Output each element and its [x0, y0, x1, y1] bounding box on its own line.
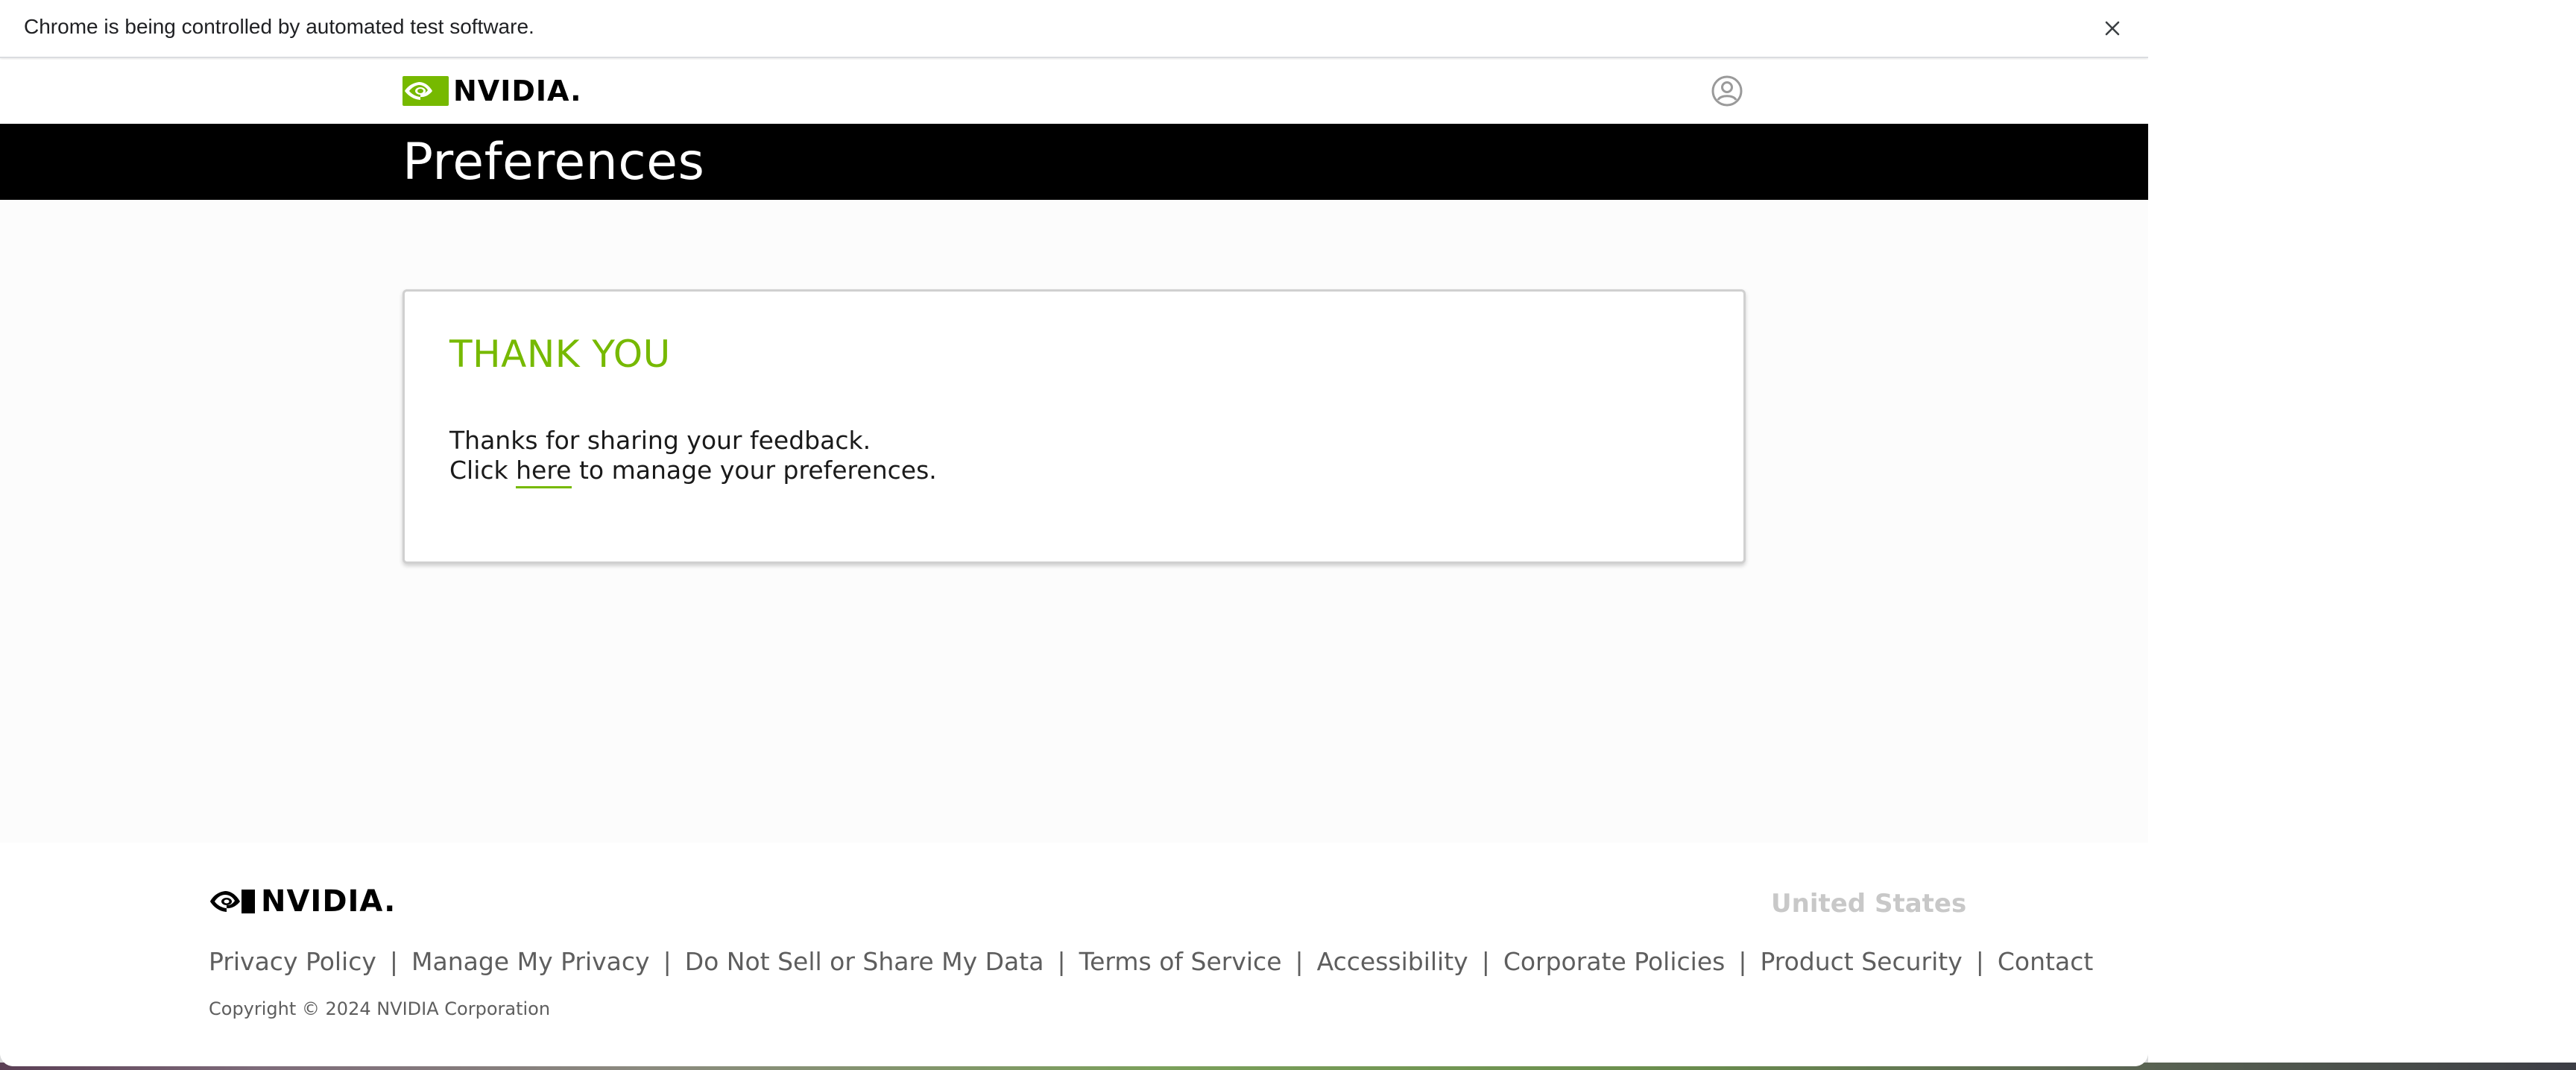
- account-circle-icon[interactable]: [1710, 74, 1744, 108]
- manage-preferences-link[interactable]: here: [516, 456, 572, 488]
- click-text: Click: [449, 456, 517, 485]
- footer-separator: |: [1975, 947, 1984, 976]
- feedback-message: Thanks for sharing your feedback.: [449, 426, 871, 455]
- automation-infobar: Chrome is being controlled by automated …: [0, 0, 2148, 58]
- page-title: Preferences: [402, 133, 705, 192]
- browser-window: Chrome is being controlled by automated …: [0, 0, 2148, 1066]
- site-footer: NVIDIA. United States Privacy Policy | M…: [0, 843, 2148, 1066]
- infobar-message: Chrome is being controlled by automated …: [24, 15, 534, 38]
- close-icon[interactable]: [2096, 12, 2129, 45]
- copyright-text: Copyright © 2024 NVIDIA Corporation: [209, 998, 551, 1019]
- nvidia-eye-icon: [210, 890, 255, 913]
- card-heading: THANK YOU: [449, 333, 671, 376]
- footer-nvidia-logo[interactable]: NVIDIA.: [209, 884, 396, 919]
- main-content: THANK YOU Thanks for sharing your feedba…: [0, 200, 2148, 843]
- footer-separator: |: [1481, 947, 1490, 976]
- footer-link-product-security[interactable]: Product Security: [1760, 945, 1962, 978]
- thank-you-card: THANK YOU Thanks for sharing your feedba…: [402, 289, 1746, 564]
- footer-separator: |: [663, 947, 672, 976]
- footer-link-contact[interactable]: Contact: [1998, 945, 2093, 978]
- footer-separator: |: [1057, 947, 1066, 976]
- region-selector[interactable]: United States: [1771, 889, 1966, 919]
- manage-text: to manage your preferences.: [571, 456, 937, 485]
- footer-link-do-not-sell[interactable]: Do Not Sell or Share My Data: [685, 945, 1044, 978]
- nvidia-eye-icon: [402, 76, 449, 106]
- site-header: NVIDIA.: [0, 60, 2148, 124]
- footer-link-privacy-policy[interactable]: Privacy Policy: [209, 945, 376, 978]
- footer-nvidia-wordmark: NVIDIA.: [261, 884, 397, 919]
- title-band: Preferences: [0, 124, 2148, 200]
- footer-link-manage-my-privacy[interactable]: Manage My Privacy: [411, 945, 650, 978]
- footer-separator: |: [389, 947, 399, 976]
- footer-separator: |: [1295, 947, 1304, 976]
- footer-links: Privacy Policy | Manage My Privacy | Do …: [209, 945, 2093, 978]
- footer-link-terms-of-service[interactable]: Terms of Service: [1079, 945, 1282, 978]
- nvidia-wordmark: NVIDIA.: [453, 75, 582, 107]
- nvidia-logo[interactable]: NVIDIA.: [402, 75, 582, 107]
- browser-backdrop: [2148, 0, 2576, 1070]
- manage-preferences-line: Click here to manage your preferences.: [449, 456, 937, 488]
- footer-separator: |: [1738, 947, 1747, 976]
- footer-link-accessibility[interactable]: Accessibility: [1317, 945, 1468, 978]
- card-body: Thanks for sharing your feedback. Click …: [449, 426, 937, 488]
- footer-link-corporate-policies[interactable]: Corporate Policies: [1503, 945, 1726, 978]
